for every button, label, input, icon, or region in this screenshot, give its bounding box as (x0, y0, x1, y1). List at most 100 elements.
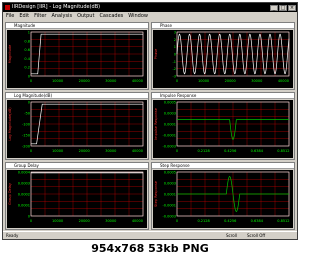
app-icon (5, 5, 10, 10)
x-tick-label: 0.2128 (197, 219, 209, 223)
panel-magnitude[interactable]: Magnitude 1 0.8 0.6 0.4 0.2 0 0 10000 20000 30000… (5, 22, 149, 90)
x-tick-label: 10000 (52, 149, 63, 153)
y-tick-label: -0.0001 (162, 204, 176, 208)
y-tick-label: -50 (24, 112, 30, 116)
x-tick-label: 40000 (132, 149, 143, 153)
minimize-button[interactable]: _ (270, 4, 278, 11)
y-tick-label: 0.0001 (18, 204, 30, 208)
x-tick-label: 40000 (132, 219, 143, 223)
status-indicator-2: Scroll Off (247, 233, 266, 238)
x-tick-label: 0.4256 (224, 149, 236, 153)
x-tick-label: 20000 (79, 149, 90, 153)
y-tick-label: -0.0001 (162, 134, 176, 138)
x-tick-label: 10000 (52, 219, 63, 223)
panel-title: Magnitude (6, 23, 148, 29)
panel-group-delay[interactable]: Group Delay 0.0004 0.0003 0.0002 0.0001 0 0 10… (5, 162, 149, 230)
x-tick-label: 0 (176, 219, 178, 223)
y-tick-label: 0.8 (24, 39, 30, 43)
y-tick-label: 0.6 (24, 48, 30, 52)
x-tick-label: 20000 (225, 79, 236, 83)
menu-output[interactable]: Output (77, 12, 94, 20)
log-magnitude-plot: 0-50-100-150-2000 10000 20000 30000 40000Log… (7, 100, 147, 158)
window-title: IIRDesign [IIR] - Log Magnitude(dB) (12, 4, 101, 10)
y-tick-label: 1 (28, 31, 30, 35)
panel-title: Step Response (152, 163, 294, 169)
y-tick-label: -200 (22, 145, 30, 149)
title-bar: IIRDesign [IIR] - Log Magnitude(dB) _ □ … (3, 3, 297, 12)
plot-background (7, 100, 147, 158)
y-tick-label: -1 (173, 60, 177, 64)
x-tick-label: 0 (176, 79, 178, 83)
x-tick-label: 30000 (105, 219, 116, 223)
impulse-response-plot: 0.0005 0.0003 0.0001 -0.0001 -0.00030 0.2128 0… (153, 100, 293, 158)
y-axis-label: Group Delay (8, 183, 12, 205)
maximize-button[interactable]: □ (279, 4, 287, 11)
y-axis-label: Log Magnitude(dB) (8, 107, 12, 141)
close-button[interactable]: × (288, 4, 296, 11)
y-tick-label: 0 (28, 101, 30, 105)
menu-window[interactable]: Window (128, 12, 148, 20)
menu-bar: File Edit Filter Analysis Output Cascade… (3, 12, 297, 20)
status-indicator-1: Scroll (226, 233, 237, 238)
magnitude-plot: 1 0.8 0.6 0.4 0.2 00 10000 20000 30000 40000 Magni… (7, 30, 147, 88)
y-tick-label: 2 (174, 38, 176, 42)
y-tick-label: 0.0003 (18, 182, 30, 186)
menu-analysis[interactable]: Analysis (51, 12, 72, 20)
y-tick-label: 0 (28, 75, 30, 79)
x-tick-label: 20000 (79, 219, 90, 223)
x-tick-label: 0 (30, 149, 32, 153)
panel-phase[interactable]: Phase 3 2 1 0 -1 -2 -3 0 10000 20000 30000 40000 Pha… (151, 22, 295, 90)
status-text: Ready (6, 233, 19, 238)
y-tick-label: 1 (174, 45, 176, 49)
status-bar: Ready Scroll Scroll Off (3, 231, 297, 239)
y-tick-label: 0.0003 (164, 112, 176, 116)
y-tick-label: 0.0001 (164, 123, 176, 127)
image-caption: 954x768 53kb PNG (91, 242, 209, 255)
x-tick-label: 0 (30, 219, 32, 223)
y-tick-label: 0.2 (24, 66, 30, 70)
panel-impulse-response[interactable]: Impulse Response 0.0005 0.0003 0.0001 -0.00… (151, 92, 295, 160)
x-tick-label: 10000 (198, 79, 209, 83)
x-tick-label: 10000 (52, 79, 63, 83)
menu-filter[interactable]: Filter (34, 12, 46, 20)
y-tick-label: 0.0005 (164, 171, 176, 175)
y-tick-label: 0.0005 (164, 101, 176, 105)
x-tick-label: 0.2128 (197, 149, 209, 153)
x-tick-label: 40000 (132, 79, 143, 83)
menu-cascades[interactable]: Cascades (99, 12, 123, 20)
y-axis-label: Impulse Response (154, 108, 158, 140)
window-controls: _ □ × (270, 4, 297, 11)
panel-title: Impulse Response (152, 93, 294, 99)
x-tick-label: 0 (176, 149, 178, 153)
y-tick-label: 3 (174, 31, 176, 35)
x-tick-label: 0.8512 (277, 149, 289, 153)
x-tick-label: 30000 (105, 79, 116, 83)
y-axis-label: Step Response (154, 181, 158, 207)
menu-edit[interactable]: Edit (19, 12, 29, 20)
x-tick-label: 20000 (79, 79, 90, 83)
panel-title: Log Magnitude(dB) (6, 93, 148, 99)
y-tick-label: 0.0001 (164, 193, 176, 197)
y-tick-label: 0 (174, 53, 176, 57)
panel-title: Group Delay (6, 163, 148, 169)
panel-log-magnitude[interactable]: Log Magnitude(dB) 0 -50 -100 -150 -200 0 10000… (5, 92, 149, 160)
x-tick-label: 0.8512 (277, 219, 289, 223)
x-tick-label: 30000 (251, 79, 262, 83)
step-response-plot: 0.0005 0.0003 0.0001 -0.0001 -0.00030 0.2128 0… (153, 170, 293, 228)
y-tick-label: 0.0003 (164, 182, 176, 186)
menu-file[interactable]: File (6, 12, 14, 20)
y-axis-label: Phase (154, 49, 158, 59)
plot-background (7, 170, 147, 228)
x-tick-label: 0.6384 (251, 219, 264, 223)
y-tick-label: -150 (22, 134, 30, 138)
x-tick-label: 40000 (278, 79, 289, 83)
y-tick-label: -0.0003 (162, 145, 176, 149)
panel-step-response[interactable]: Step Response 0.0005 0.0003 0.0001 -0.0001 -… (151, 162, 295, 230)
y-tick-label: 0 (28, 215, 30, 219)
panel-title: Phase (152, 23, 294, 29)
y-axis-label: Magnitude (8, 45, 12, 64)
x-tick-label: 0.6384 (251, 149, 264, 153)
y-tick-label: -0.0003 (162, 215, 176, 219)
x-tick-label: 0 (30, 79, 32, 83)
plot-background (153, 170, 293, 228)
